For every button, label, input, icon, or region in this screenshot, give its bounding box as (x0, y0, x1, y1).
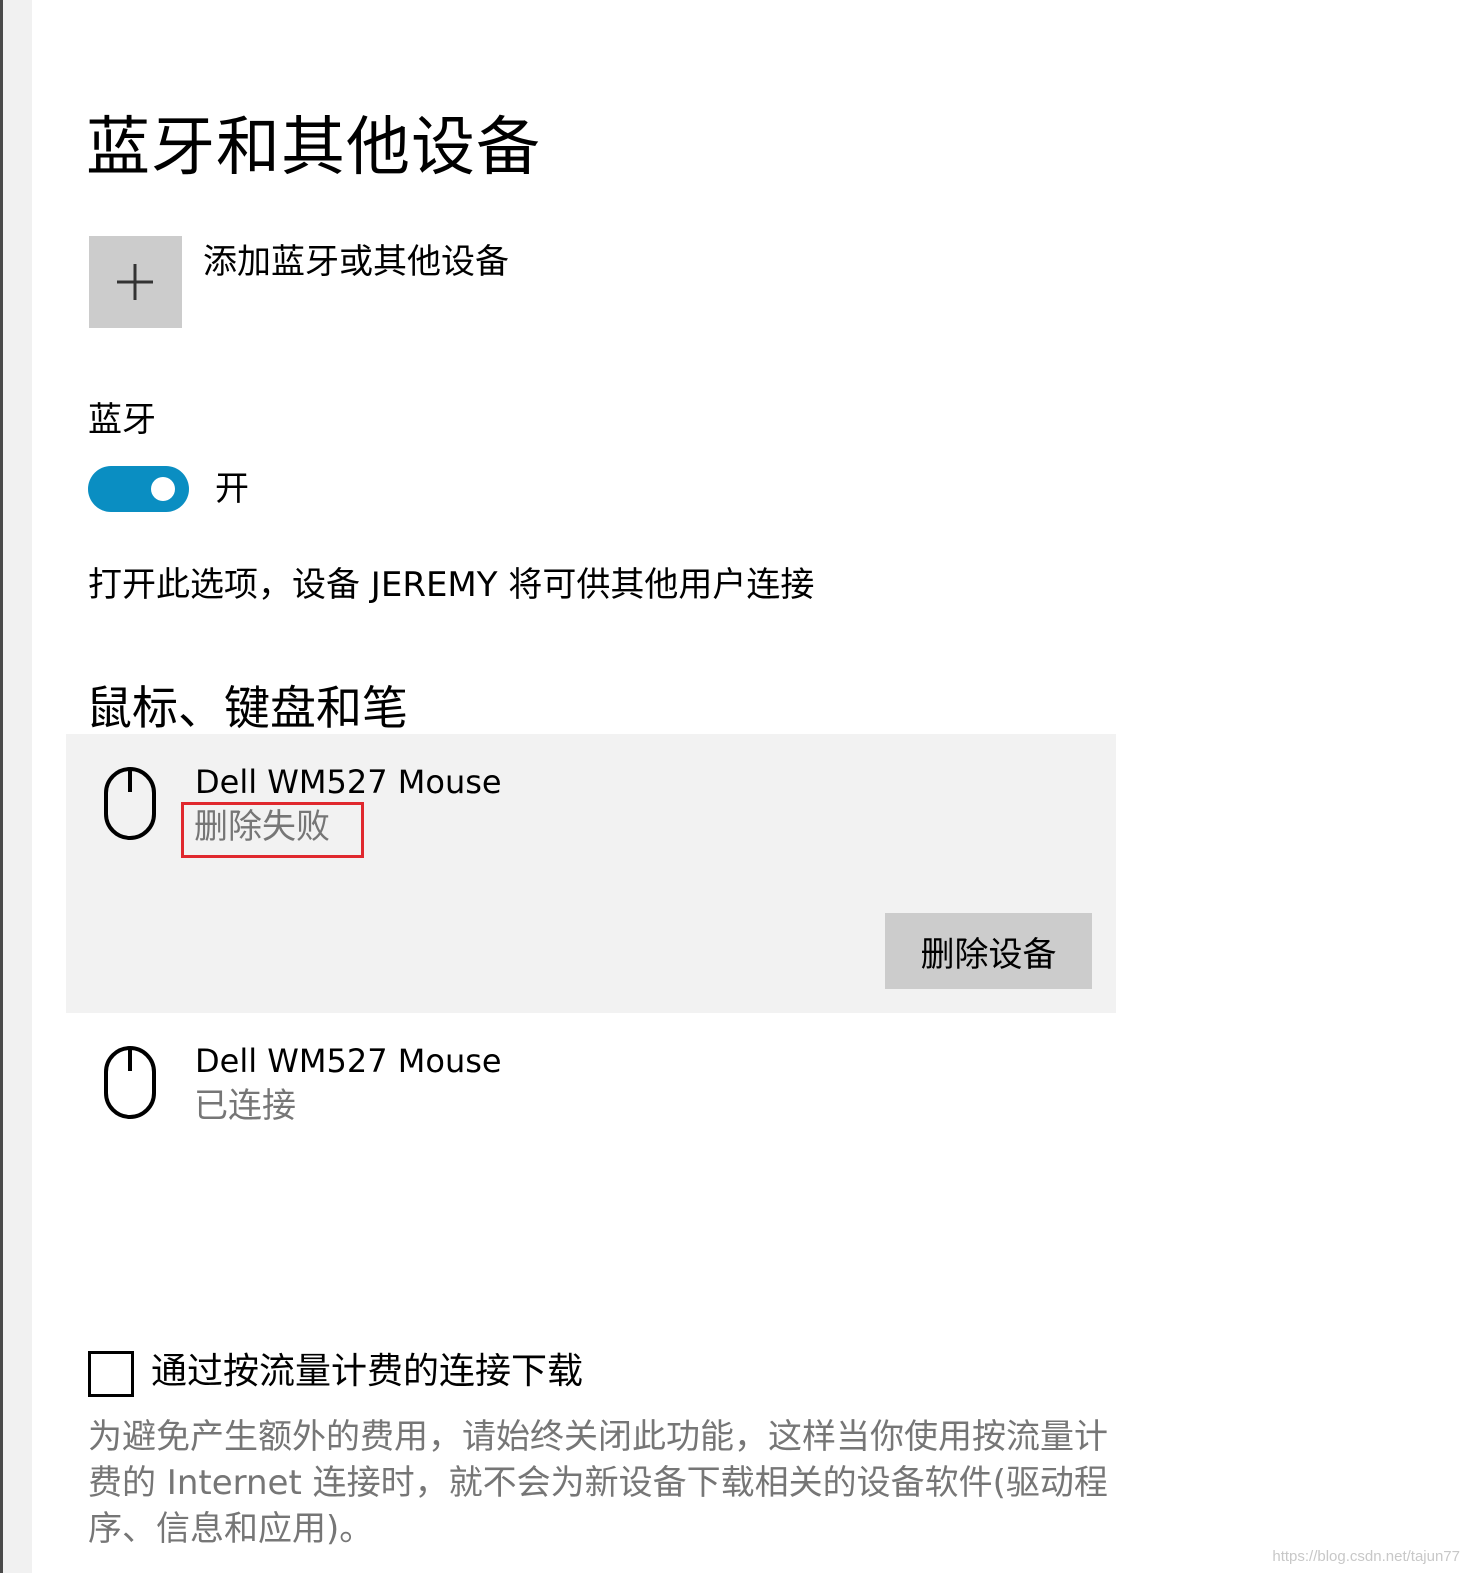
bluetooth-description: 打开此选项，设备 JEREMY 将可供其他用户连接 (88, 565, 815, 605)
mouse-icon (104, 1046, 156, 1119)
toggle-knob (151, 477, 175, 501)
mouse-icon (104, 767, 156, 840)
window-left-edge (0, 0, 32, 1573)
section-title-mouse-keyboard-pen: 鼠标、键盘和笔 (86, 681, 408, 735)
plus-icon (117, 264, 153, 300)
annotation-highlight-box (181, 802, 364, 858)
add-device-button[interactable] (89, 236, 182, 328)
device-name[interactable]: Dell WM527 Mouse (195, 1040, 502, 1082)
watermark: https://blog.csdn.net/tajun77 (1272, 1548, 1460, 1565)
bluetooth-toggle-state: 开 (215, 469, 249, 509)
metered-download-description: 为避免产生额外的费用，请始终关闭此功能，这样当你使用按流量计费的 Interne… (88, 1417, 1108, 1549)
add-device-label[interactable]: 添加蓝牙或其他设备 (203, 240, 509, 284)
bluetooth-toggle[interactable] (88, 466, 189, 512)
bluetooth-label: 蓝牙 (88, 400, 156, 440)
metered-download-label[interactable]: 通过按流量计费的连接下载 (151, 1348, 583, 1396)
device-name: Dell WM527 Mouse (195, 763, 502, 801)
metered-download-checkbox[interactable] (88, 1351, 134, 1397)
page-title: 蓝牙和其他设备 (86, 111, 541, 185)
remove-device-button[interactable]: 删除设备 (885, 913, 1092, 989)
device-status: 已连接 (194, 1086, 296, 1126)
